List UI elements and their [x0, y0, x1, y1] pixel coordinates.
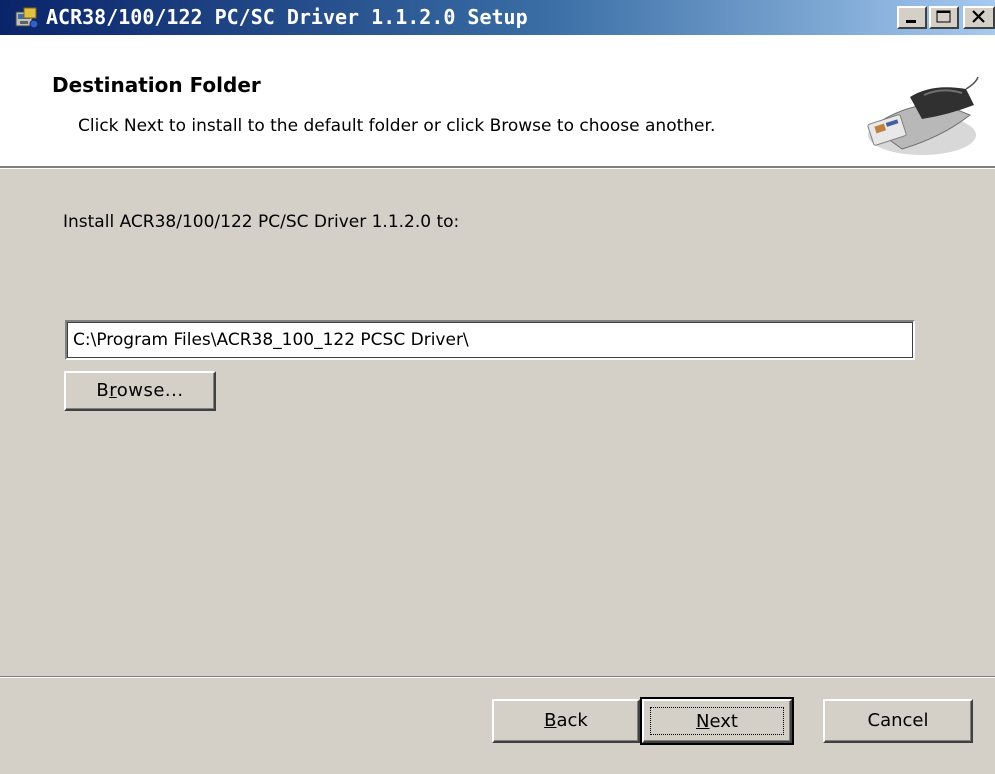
page-title: Destination Folder [52, 73, 261, 97]
back-button[interactable]: Back [492, 699, 640, 743]
header-separator [0, 168, 995, 169]
browse-label: Browse... [96, 380, 184, 401]
minimize-button[interactable] [897, 6, 927, 29]
install-location-label: Install ACR38/100/122 PC/SC Driver 1.1.2… [63, 212, 460, 232]
destination-path-input[interactable]: C:\Program Files\ACR38_100_122 PCSC Driv… [65, 320, 915, 360]
window-title: ACR38/100/122 PC/SC Driver 1.1.2.0 Setup [46, 5, 528, 29]
maximize-button[interactable] [929, 6, 959, 29]
close-button[interactable] [963, 6, 995, 29]
footer-separator-highlight [0, 677, 995, 678]
minimize-icon [906, 20, 916, 23]
cancel-button[interactable]: Cancel [823, 699, 973, 743]
next-focus-ring: Next [650, 707, 784, 735]
maximize-icon [936, 10, 951, 23]
next-button[interactable]: Next [640, 697, 794, 745]
installer-icon [15, 7, 39, 29]
page-subtitle: Click Next to install to the default fol… [78, 116, 716, 136]
setup-window: ACR38/100/122 PC/SC Driver 1.1.2.0 Setup… [0, 0, 995, 774]
back-label: Back [544, 710, 588, 731]
title-bar[interactable]: ACR38/100/122 PC/SC Driver 1.1.2.0 Setup [0, 0, 995, 35]
close-icon [972, 10, 985, 23]
browse-button[interactable]: Browse... [64, 371, 216, 411]
card-reader-icon [867, 76, 979, 155]
header-banner: Destination Folder Click Next to install… [0, 35, 995, 168]
